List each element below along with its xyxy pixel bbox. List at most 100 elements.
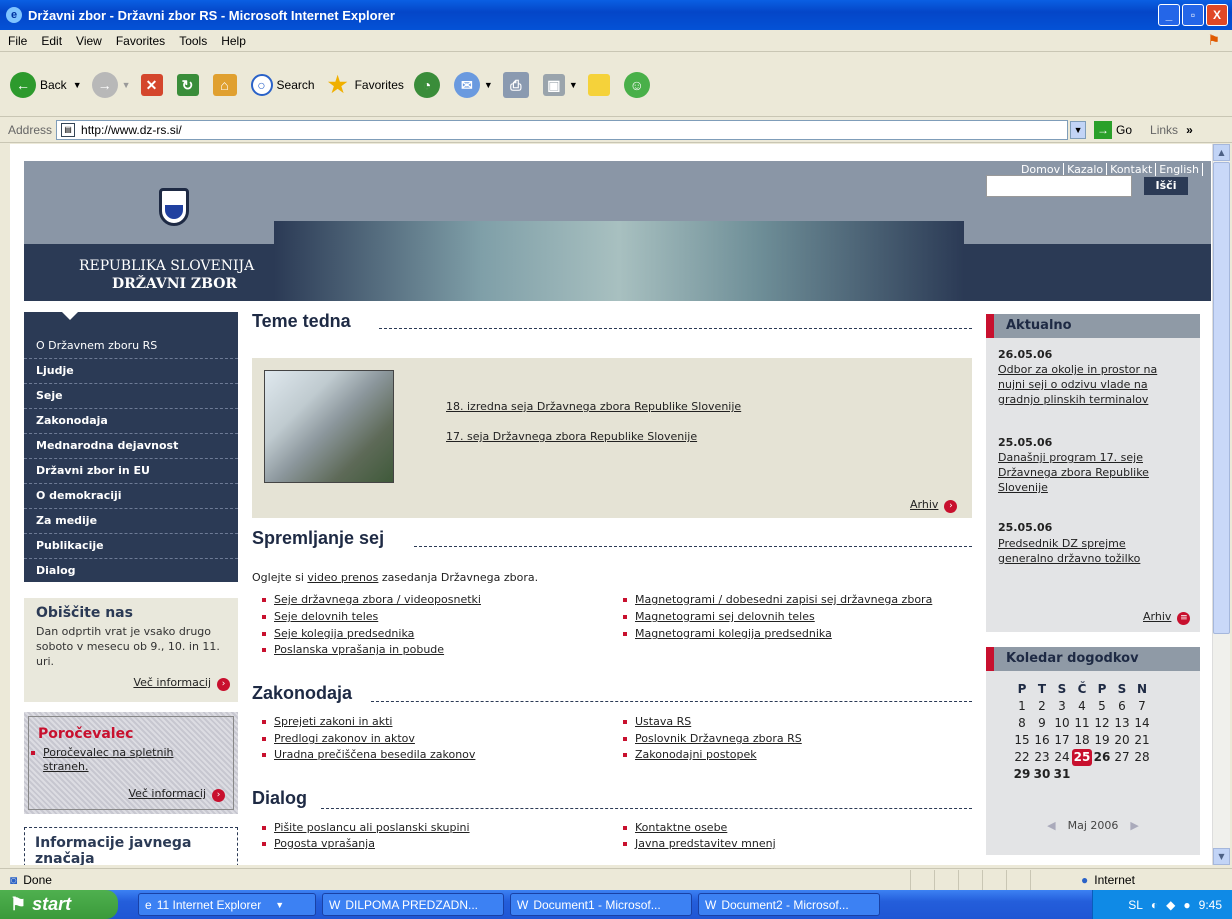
porocevalec-more-link[interactable]: Več informacij ›: [128, 787, 225, 802]
link-javna-predstavitev[interactable]: Javna predstavitev mnenj: [621, 837, 776, 850]
discuss-button[interactable]: [587, 73, 614, 96]
link-pisite-poslancu[interactable]: Pišite poslancu ali poslanski skupini: [260, 821, 470, 834]
edit-dropdown-icon[interactable]: ▼: [569, 80, 578, 90]
nav-item-seje[interactable]: Seje: [24, 384, 238, 409]
porocevalec-item[interactable]: Poročevalec na spletnih straneh.: [29, 746, 233, 774]
link-magnetogrami-dz[interactable]: Magnetogrami / dobesedni zapisi sej drža…: [621, 593, 932, 606]
go-button[interactable]: → Go: [1094, 120, 1132, 139]
maximize-button[interactable]: ▫: [1182, 4, 1204, 26]
nav-item-eu[interactable]: Državni zbor in EU: [24, 459, 238, 484]
menu-help[interactable]: Help: [221, 34, 246, 48]
link-preciscena-besedila[interactable]: Uradna prečiščena besedila zakonov: [260, 748, 475, 761]
scroll-down-icon[interactable]: ▼: [1213, 848, 1230, 865]
chevron-right-icon[interactable]: »: [1186, 123, 1193, 137]
informacije-box[interactable]: Informacije javnega značaja: [24, 827, 238, 865]
link-seje-delovnih-teles[interactable]: Seje delovnih teles: [260, 610, 378, 623]
back-dropdown-icon[interactable]: ▼: [73, 80, 82, 90]
next-month-icon[interactable]: ▶: [1130, 819, 1138, 832]
scroll-thumb[interactable]: [1213, 162, 1230, 634]
menu-edit[interactable]: Edit: [41, 34, 62, 48]
nav-item-dialog[interactable]: Dialog: [24, 559, 238, 584]
messenger-button[interactable]: ☺: [623, 71, 654, 98]
news-link-3[interactable]: Predsednik DZ sprejme generalno državno …: [998, 536, 1178, 566]
forward-dropdown-icon[interactable]: ▼: [122, 80, 131, 90]
link-magnetogrami-kolegija[interactable]: Magnetogrami kolegija predsednika: [621, 627, 832, 640]
start-button[interactable]: ⚑ start: [0, 890, 118, 919]
mail-button[interactable]: ✉ ▼: [453, 71, 493, 98]
search-button[interactable]: ○ Search: [250, 73, 315, 96]
teme-link-1[interactable]: 18. izredna seja Državnega zbora Republi…: [446, 400, 741, 413]
site-search-input[interactable]: [986, 175, 1132, 197]
taskbar-item-dilpoma[interactable]: W DILPOMA PREDZADN...: [322, 893, 504, 916]
calendar-month-nav: ◀ Maj 2006 ▶: [986, 819, 1200, 832]
link-zakonodajni-postopek[interactable]: Zakonodajni postopek: [621, 748, 757, 761]
taskbar-item-ie[interactable]: e 11 Internet Explorer ▼: [138, 893, 316, 916]
nav-item-o-drzavnem-zboru[interactable]: O Državnem zboru RS: [24, 334, 238, 359]
menu-tools[interactable]: Tools: [179, 34, 207, 48]
menu-view[interactable]: View: [76, 34, 102, 48]
home-button[interactable]: ⌂: [212, 73, 241, 96]
tray-shield-icon[interactable]: ◆: [1166, 898, 1175, 912]
tray-network-icon[interactable]: ◐: [1151, 898, 1158, 912]
history-button[interactable]: ◔: [413, 71, 444, 98]
teme-link-2[interactable]: 17. seja Državnega zbora Republike Slove…: [446, 430, 697, 443]
links-toolbar[interactable]: Links: [1150, 123, 1178, 137]
news-link-2[interactable]: Današnji program 17. seje Državnega zbor…: [998, 450, 1178, 495]
favorites-button[interactable]: ★ Favorites: [325, 72, 404, 98]
page-favicon-icon: ▤: [61, 122, 76, 137]
nav-item-ljudje[interactable]: Ljudje: [24, 359, 238, 384]
mail-dropdown-icon[interactable]: ▼: [484, 80, 493, 90]
link-seje-kolegija[interactable]: Seje kolegija predsednika: [260, 627, 414, 640]
video-prenos-link[interactable]: video prenos: [307, 571, 378, 584]
link-sprejeti-zakoni[interactable]: Sprejeti zakoni in akti: [260, 715, 392, 728]
brand-line1[interactable]: REPUBLIKA SLOVENIJA: [79, 258, 254, 274]
site-search-button[interactable]: Išči: [1144, 177, 1188, 195]
link-poslovnik[interactable]: Poslovnik Državnega zbora RS: [621, 732, 802, 745]
link-predlogi-zakonov[interactable]: Predlogi zakonov in aktov: [260, 732, 415, 745]
link-pogosta-vprasanja[interactable]: Pogosta vprašanja: [260, 837, 375, 850]
link-ustava[interactable]: Ustava RS: [621, 715, 691, 728]
nav-item-demokraciji[interactable]: O demokraciji: [24, 484, 238, 509]
prev-month-icon[interactable]: ◀: [1047, 819, 1055, 832]
link-magnetogrami-delovnih-teles[interactable]: Magnetogrami sej delovnih teles: [621, 610, 815, 623]
toplink-english[interactable]: English: [1156, 163, 1203, 176]
address-dropdown-icon[interactable]: ▼: [1070, 120, 1087, 139]
coat-of-arms-icon[interactable]: [159, 188, 189, 226]
link-seje-dz[interactable]: Seje državnega zbora / videoposnetki: [260, 593, 481, 606]
menu-file[interactable]: File: [8, 34, 27, 48]
back-button[interactable]: ← Back ▼: [10, 71, 82, 98]
minimize-button[interactable]: _: [1158, 4, 1180, 26]
forward-button[interactable]: → ▼: [91, 71, 131, 98]
link-kontaktne-osebe[interactable]: Kontaktne osebe: [621, 821, 727, 834]
menu-bar: File Edit View Favorites Tools Help: [0, 30, 1232, 52]
nav-item-mednarodna[interactable]: Mednarodna dejavnost: [24, 434, 238, 459]
nav-notch-icon: [62, 312, 78, 320]
nav-item-publikacije[interactable]: Publikacije: [24, 534, 238, 559]
scroll-up-icon[interactable]: ▲: [1213, 144, 1230, 161]
news-link-1[interactable]: Odbor za okolje in prostor na nujni seji…: [998, 362, 1178, 407]
window-titlebar: e Državni zbor - Državni zbor RS - Micro…: [0, 0, 1232, 30]
link-poslanska-vprasanja[interactable]: Poslanska vprašanja in pobude: [260, 643, 444, 656]
nav-item-zakonodaja[interactable]: Zakonodaja: [24, 409, 238, 434]
tray-messenger-icon[interactable]: ●: [1183, 898, 1190, 912]
address-label: Address: [8, 122, 53, 137]
brand-line2[interactable]: DRŽAVNI ZBOR: [112, 276, 237, 292]
teme-arhiv-link[interactable]: Arhiv ›: [910, 498, 972, 513]
edit-button[interactable]: ▣ ▼: [542, 73, 578, 96]
close-button[interactable]: X: [1206, 4, 1228, 26]
visit-text: Dan odprtih vrat je vsako drugo soboto v…: [36, 625, 220, 668]
vertical-scrollbar[interactable]: ▲ ▼: [1212, 144, 1230, 865]
address-input[interactable]: ▤ http://www.dz-rs.si/: [56, 119, 1069, 140]
calendar-today[interactable]: 25: [1072, 749, 1092, 766]
refresh-button[interactable]: ↻: [176, 73, 203, 96]
stop-button[interactable]: ✕: [140, 73, 167, 96]
taskbar-item-document2[interactable]: W Document2 - Microsof...: [698, 893, 880, 916]
clock[interactable]: 9:45: [1199, 898, 1222, 912]
taskbar-item-document1[interactable]: W Document1 - Microsof...: [510, 893, 692, 916]
nav-item-za-medije[interactable]: Za medije: [24, 509, 238, 534]
print-button[interactable]: ⎙: [502, 71, 533, 98]
aktualno-arhiv-link[interactable]: Arhiv ≡: [1143, 610, 1191, 625]
language-indicator[interactable]: SL: [1128, 898, 1143, 912]
menu-favorites[interactable]: Favorites: [116, 34, 165, 48]
visit-more-link[interactable]: Več informacij ›: [133, 676, 230, 691]
